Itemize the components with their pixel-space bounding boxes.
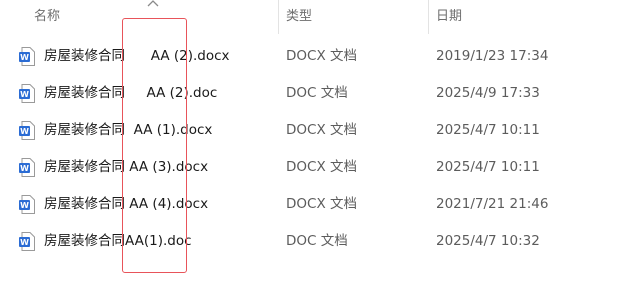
file-name: 房屋装修合同 AA (4).docx — [44, 196, 209, 212]
file-name: 房屋装修合同 AA (3).docx — [44, 159, 209, 175]
word-doc-icon: W — [19, 232, 35, 251]
svg-text:W: W — [20, 53, 29, 62]
word-doc-icon: W — [19, 84, 35, 103]
svg-text:W: W — [20, 201, 29, 210]
svg-text:W: W — [20, 164, 29, 173]
file-date: 2025/4/7 10:11 — [436, 122, 540, 138]
file-type: DOCX 文档 — [286, 122, 357, 138]
svg-text:W: W — [20, 238, 29, 247]
svg-text:W: W — [20, 127, 29, 136]
column-header-date[interactable]: 日期 — [436, 0, 626, 34]
column-divider[interactable] — [428, 0, 429, 34]
file-name: 房屋装修合同AA(1).doc — [44, 233, 192, 249]
file-date: 2025/4/9 17:33 — [436, 85, 540, 101]
file-type: DOC 文档 — [286, 233, 348, 249]
word-docx-icon: W — [19, 47, 35, 66]
column-header-bar: 名称 类型 日期 — [0, 0, 630, 34]
svg-text:W: W — [20, 90, 29, 99]
file-name: 房屋装修合同 AA (2).doc — [44, 85, 218, 101]
file-row[interactable]: W 房屋装修合同AA(1).doc DOC 文档 2025/4/7 10:32 — [0, 223, 630, 260]
file-date: 2021/7/21 21:46 — [436, 196, 549, 212]
word-docx-icon: W — [19, 121, 35, 140]
file-type: DOCX 文档 — [286, 48, 357, 64]
column-divider[interactable] — [278, 0, 279, 34]
word-docx-icon: W — [19, 195, 35, 214]
file-date: 2019/1/23 17:34 — [436, 48, 549, 64]
file-row[interactable]: W 房屋装修合同 AA (2).docx DOCX 文档 2019/1/23 1… — [0, 38, 630, 75]
file-explorer-list: 名称 类型 日期 W 房屋装修合同 AA (2).docx DOCX 文档 20… — [0, 0, 630, 289]
file-type: DOCX 文档 — [286, 196, 357, 212]
file-type: DOCX 文档 — [286, 159, 357, 175]
file-row[interactable]: W 房屋装修合同 AA (4).docx DOCX 文档 2021/7/21 2… — [0, 186, 630, 223]
file-row[interactable]: W 房屋装修合同 AA (2).doc DOC 文档 2025/4/9 17:3… — [0, 75, 630, 112]
file-date: 2025/4/7 10:11 — [436, 159, 540, 175]
word-docx-icon: W — [19, 158, 35, 177]
file-date: 2025/4/7 10:32 — [436, 233, 540, 249]
chevron-up-icon — [147, 0, 159, 7]
file-name: 房屋装修合同 AA (2).docx — [44, 48, 230, 64]
file-row[interactable]: W 房屋装修合同 AA (1).docx DOCX 文档 2025/4/7 10… — [0, 112, 630, 149]
file-type: DOC 文档 — [286, 85, 348, 101]
file-row[interactable]: W 房屋装修合同 AA (3).docx DOCX 文档 2025/4/7 10… — [0, 149, 630, 186]
column-header-type[interactable]: 类型 — [286, 0, 416, 34]
file-name: 房屋装修合同 AA (1).docx — [44, 122, 213, 138]
